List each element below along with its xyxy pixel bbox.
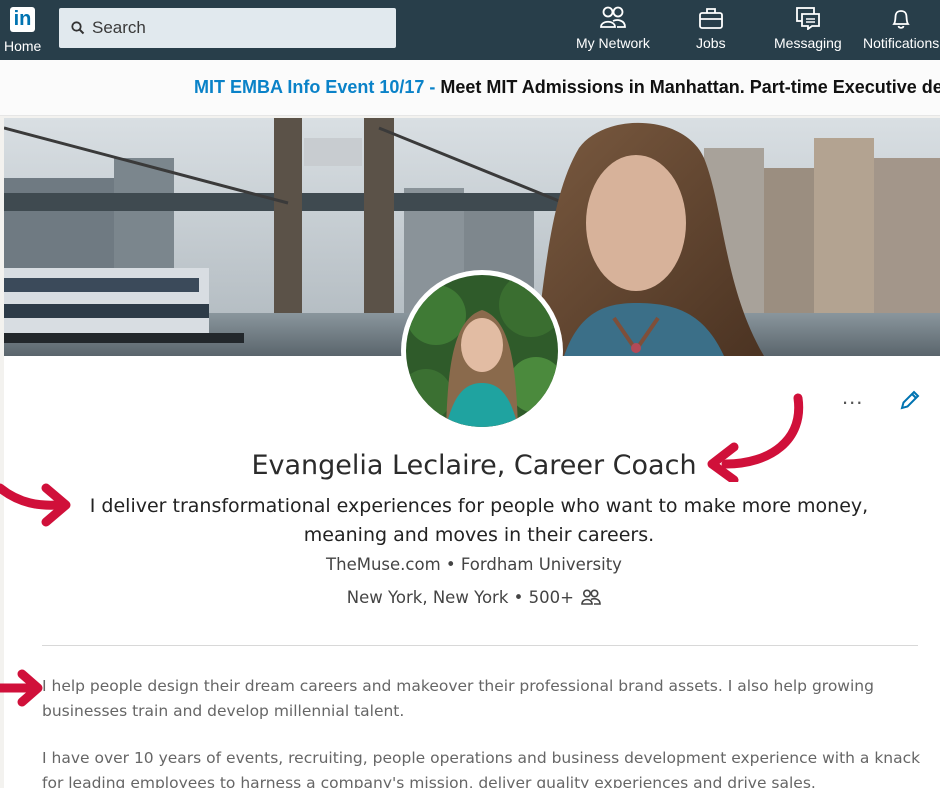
search-box[interactable]: Search: [59, 8, 396, 48]
chat-icon: [795, 7, 820, 30]
profile-company-school[interactable]: TheMuse.com • Fordham University: [4, 555, 940, 574]
people-icon: [600, 6, 626, 28]
nav-my-network-label: My Network: [576, 35, 650, 51]
nav-jobs[interactable]: Jobs: [696, 6, 726, 51]
banner-text[interactable]: MIT EMBA Info Event 10/17 - Meet MIT Adm…: [194, 77, 940, 98]
location-text: New York, New York • 500+: [346, 588, 574, 607]
annotation-arrow-name: [707, 393, 804, 482]
briefcase-icon: [698, 8, 723, 29]
nav-notifications-label: Notifications: [863, 35, 940, 51]
profile-avatar[interactable]: [401, 270, 563, 432]
nav-messaging[interactable]: Messaging: [774, 6, 842, 51]
profile-location: New York, New York • 500+: [4, 588, 940, 607]
nav-jobs-label: Jobs: [696, 35, 726, 51]
nav-my-network[interactable]: My Network: [576, 6, 650, 51]
summary-paragraph: I have over 10 years of events, recruiti…: [42, 749, 921, 788]
bell-icon: [892, 10, 910, 29]
nav-messaging-label: Messaging: [774, 35, 842, 51]
annotation-arrow-headline: [0, 483, 71, 527]
profile-headline: I deliver transformational experiences f…: [89, 495, 869, 546]
nav-home-label[interactable]: Home: [4, 38, 41, 54]
search-icon: [71, 21, 85, 35]
banner-link[interactable]: MIT EMBA Info Event 10/17 -: [194, 77, 435, 97]
summary-paragraph: I help people design their dream careers…: [42, 677, 874, 720]
profile-summary: I help people design their dream careers…: [42, 674, 922, 788]
annotation-arrow-summary: [0, 669, 43, 707]
nav-notifications[interactable]: Notifications: [863, 6, 939, 51]
more-options-button[interactable]: ...: [842, 384, 863, 410]
connections-icon[interactable]: [581, 589, 602, 605]
section-divider: [42, 645, 918, 646]
search-input[interactable]: Search: [92, 18, 146, 38]
linkedin-logo[interactable]: in: [10, 7, 35, 32]
banner-message: Meet MIT Admissions in Manhattan. Part-t…: [435, 77, 940, 97]
edit-pencil-icon[interactable]: [898, 388, 922, 412]
top-nav: in Home Search My Network Jobs Messaging…: [0, 0, 940, 60]
sponsored-banner[interactable]: MIT EMBA Info Event 10/17 - Meet MIT Adm…: [0, 60, 940, 116]
